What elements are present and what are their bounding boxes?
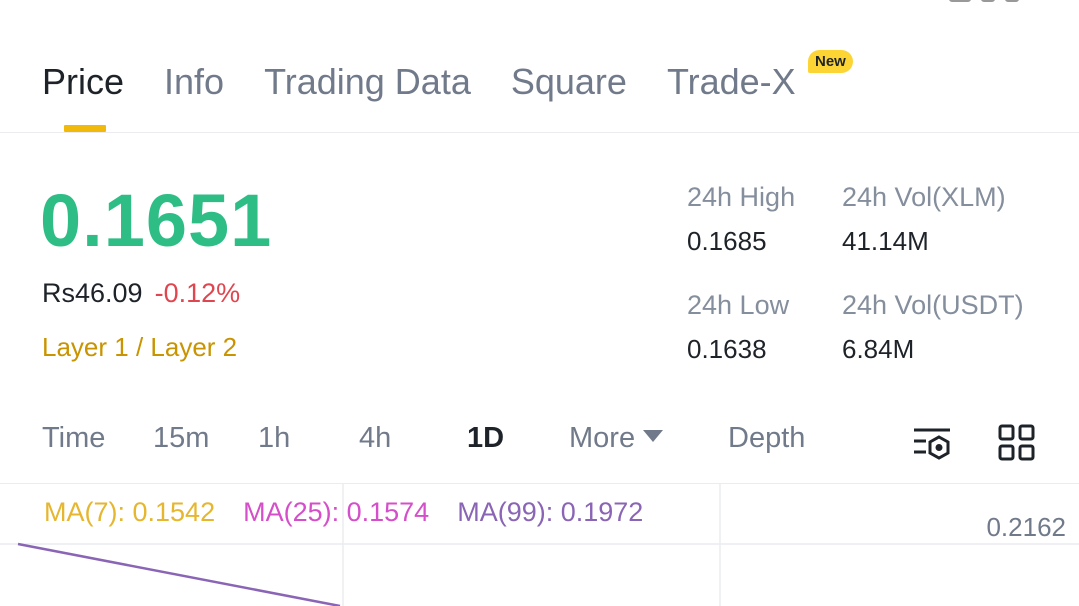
moving-average-legend: MA(7): 0.1542 MA(25): 0.1574 MA(99): 0.1… [44,497,643,528]
tab-info[interactable]: Info [164,61,224,103]
status-bar-icons [949,0,1019,4]
interval-1h[interactable]: 1h [258,422,290,455]
high-label: 24h High [687,182,796,212]
ma99-label: MA(99): 0.1972 [457,497,644,527]
grid-layout-icon[interactable] [997,424,1037,462]
sector-tag-link[interactable]: Layer 1 / Layer 2 [42,332,237,363]
y-axis-top-label: 0.2162 [986,512,1066,542]
vol-base-label: 24h Vol(XLM) [842,182,1006,212]
tab-square[interactable]: Square [511,61,627,103]
interval-time[interactable]: Time [42,422,105,455]
indicator-settings-icon[interactable] [912,424,952,462]
ma25-label: MA(25): 0.1574 [243,497,430,527]
new-badge: New [808,50,853,73]
vol-base-value: 41.14M [842,226,929,256]
low-value: 0.1638 [687,334,767,364]
active-tab-indicator [64,125,106,132]
status-icon [1005,0,1019,2]
status-icon [981,0,995,2]
tab-depth[interactable]: Depth [728,422,805,455]
last-price: 0.1651 [40,179,273,262]
caret-down-icon [643,430,664,443]
vol-quote-value: 6.84M [842,334,915,364]
interval-15m[interactable]: 15m [153,422,209,455]
interval-more-dropdown[interactable]: More [569,422,664,455]
ma7-label: MA(7): 0.1542 [44,497,216,527]
tab-trade-x[interactable]: Trade-X [667,61,796,103]
interval-1d[interactable]: 1D [467,422,504,455]
low-label: 24h Low [687,290,790,320]
high-value: 0.1685 [687,226,767,256]
price-change-percent: -0.12% [154,278,241,308]
tab-trading-data[interactable]: Trading Data [264,61,471,103]
divider [0,132,1079,133]
more-label: More [569,422,636,454]
fiat-price-row: Rs46.09 -0.12% [42,278,240,309]
status-icon [949,0,971,2]
ma99-line [17,542,341,606]
fiat-price: Rs46.09 [42,278,143,308]
tab-price[interactable]: Price [42,61,124,103]
vol-quote-label: 24h Vol(USDT) [842,290,1024,320]
interval-4h[interactable]: 4h [359,422,391,455]
detail-tabs: Price Info Trading Data Square Trade-X [42,56,836,108]
